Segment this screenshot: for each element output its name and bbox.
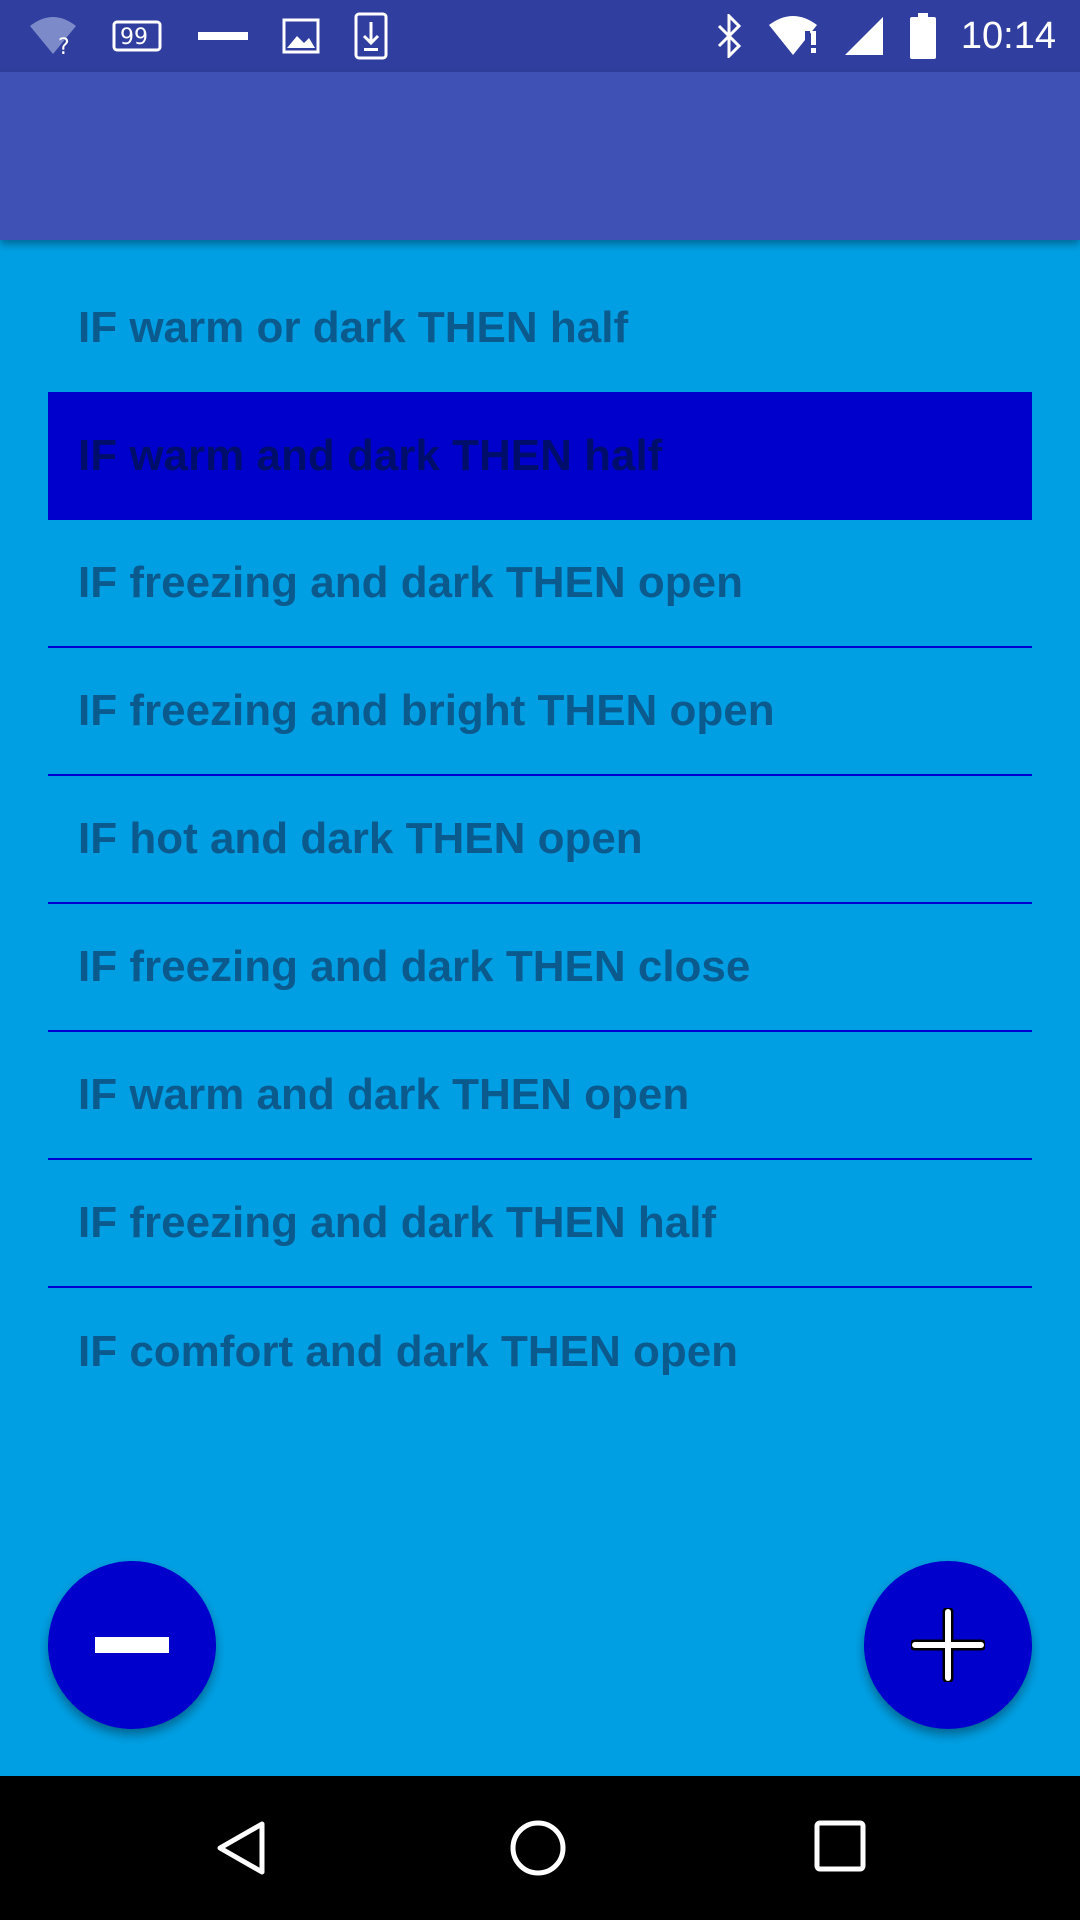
navigation-bar bbox=[0, 1776, 1080, 1920]
list-item[interactable]: IF warm and dark THEN open bbox=[48, 1032, 1032, 1160]
back-icon[interactable] bbox=[212, 1818, 272, 1878]
list-item[interactable]: IF hot and dark THEN open bbox=[48, 776, 1032, 904]
status-bar-left: ? 99 bbox=[28, 12, 422, 60]
remove-rule-button[interactable] bbox=[48, 1561, 216, 1729]
home-icon[interactable] bbox=[508, 1818, 568, 1878]
app-bar bbox=[0, 72, 1080, 240]
list-item[interactable]: IF comfort and dark THEN open bbox=[48, 1288, 1032, 1416]
svg-text:99: 99 bbox=[120, 25, 148, 50]
add-rule-button[interactable] bbox=[864, 1561, 1032, 1729]
notification-count-icon: 99 bbox=[112, 20, 162, 52]
list-item[interactable]: IF freezing and dark THEN open bbox=[48, 520, 1032, 648]
image-icon bbox=[282, 18, 320, 54]
cell-signal-icon bbox=[844, 17, 883, 55]
rule-list: IF warm or dark THEN half IF warm and da… bbox=[48, 264, 1032, 1416]
minus-notification-icon bbox=[198, 32, 248, 40]
status-bar: ? 99 10:14 bbox=[0, 0, 1080, 72]
list-item[interactable]: IF freezing and bright THEN open bbox=[48, 648, 1032, 776]
list-item[interactable]: IF warm or dark THEN half bbox=[48, 264, 1032, 392]
list-item-selected[interactable]: IF warm and dark THEN half bbox=[48, 392, 1032, 520]
wifi-unknown-icon: ? bbox=[30, 17, 76, 56]
list-item[interactable]: IF freezing and dark THEN half bbox=[48, 1160, 1032, 1288]
list-item[interactable]: IF freezing and dark THEN close bbox=[48, 904, 1032, 1032]
status-bar-right: 10:14 bbox=[691, 13, 1056, 59]
bluetooth-icon bbox=[717, 14, 742, 58]
recents-icon[interactable] bbox=[812, 1818, 868, 1874]
wifi-alert-icon bbox=[768, 16, 817, 55]
plus-icon bbox=[911, 1608, 985, 1682]
svg-text:?: ? bbox=[58, 35, 70, 56]
download-icon bbox=[354, 12, 388, 60]
status-time: 10:14 bbox=[960, 14, 1056, 57]
minus-icon bbox=[95, 1637, 169, 1653]
battery-icon bbox=[909, 13, 936, 59]
